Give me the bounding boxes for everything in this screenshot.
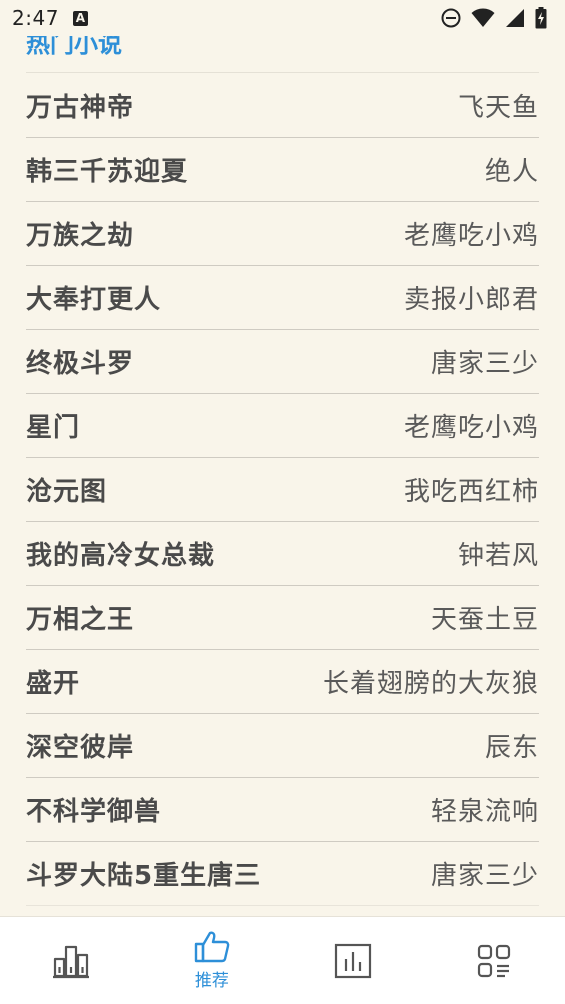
list-item[interactable]: 大奉打更人 卖报小郎君	[26, 266, 539, 330]
book-author: 老鹰吃小鸡	[403, 221, 539, 251]
book-author: 飞天鱼	[457, 93, 539, 123]
list-item[interactable]: 万古神帝 飞天鱼	[26, 74, 539, 138]
battery-charging-icon	[535, 7, 547, 29]
list-item[interactable]: 不科学御兽 轻泉流响	[26, 778, 539, 842]
book-author: 老鹰吃小鸡	[403, 413, 539, 443]
book-title: 万相之王	[26, 605, 135, 635]
book-title: 大奉打更人	[26, 285, 162, 315]
list-item[interactable]: 深空彼岸 辰东	[26, 714, 539, 778]
wifi-icon	[471, 8, 495, 27]
book-author: 绝人	[484, 157, 539, 187]
book-author: 唐家三少	[430, 861, 539, 891]
book-author: 天蚕土豆	[430, 605, 539, 635]
category-grid-icon	[478, 944, 511, 977]
ranking-chart-icon	[335, 943, 372, 978]
nav-item-recommend[interactable]: 推荐	[141, 917, 282, 1004]
bookshelf-icon	[52, 945, 89, 978]
notification-icon: A	[72, 10, 88, 26]
list-item[interactable]: 星门 老鹰吃小鸡	[26, 394, 539, 458]
list-item[interactable]: 终极斗罗 唐家三少	[26, 330, 539, 394]
book-author: 辰东	[484, 733, 539, 763]
status-left: 2:47 A	[12, 6, 88, 30]
thumbs-up-icon	[194, 931, 230, 963]
book-author: 唐家三少	[430, 349, 539, 379]
status-right	[441, 7, 547, 29]
book-title: 我的高冷女总裁	[26, 541, 216, 571]
book-title: 不科学御兽	[26, 797, 162, 827]
book-list: 万古神帝 飞天鱼 韩三千苏迎夏 绝人 万族之劫 老鹰吃小鸡 大奉打更人 卖报小郎…	[26, 74, 539, 906]
status-time: 2:47	[12, 6, 59, 30]
book-title: 沧元图	[26, 477, 108, 507]
divider	[26, 72, 539, 73]
list-item[interactable]: 斗罗大陆5重生唐三 唐家三少	[26, 842, 539, 906]
book-title: 万族之劫	[26, 221, 135, 251]
book-author: 轻泉流响	[430, 797, 539, 827]
nav-item-category[interactable]	[424, 917, 565, 1004]
list-item[interactable]: 我的高冷女总裁 钟若风	[26, 522, 539, 586]
list-item[interactable]: 盛开 长着翅膀的大灰狼	[26, 650, 539, 714]
book-title: 斗罗大陆5重生唐三	[26, 861, 262, 891]
list-item[interactable]: 沧元图 我吃西红柿	[26, 458, 539, 522]
book-author: 卖报小郎君	[403, 285, 539, 315]
book-title: 星门	[26, 413, 81, 443]
list-item[interactable]: 万相之王 天蚕土豆	[26, 586, 539, 650]
book-author: 我吃西红柿	[403, 477, 539, 507]
book-title: 万古神帝	[26, 93, 135, 123]
bottom-nav: 推荐	[0, 916, 565, 1004]
signal-icon	[506, 9, 524, 27]
nav-label-recommend: 推荐	[194, 971, 229, 991]
nav-item-ranking[interactable]	[283, 917, 424, 1004]
nav-item-bookshelf[interactable]	[0, 917, 141, 1004]
book-author: 长着翅膀的大灰狼	[322, 669, 539, 699]
book-title: 终极斗罗	[26, 349, 135, 379]
list-item[interactable]: 韩三千苏迎夏 绝人	[26, 138, 539, 202]
book-title: 盛开	[26, 669, 81, 699]
book-author: 钟若风	[457, 541, 539, 571]
book-title: 深空彼岸	[26, 733, 135, 763]
book-title: 韩三千苏迎夏	[26, 157, 189, 187]
list-item[interactable]: 万族之劫 老鹰吃小鸡	[26, 202, 539, 266]
do-not-disturb-icon	[441, 8, 461, 28]
status-bar: 2:47 A	[0, 0, 565, 36]
